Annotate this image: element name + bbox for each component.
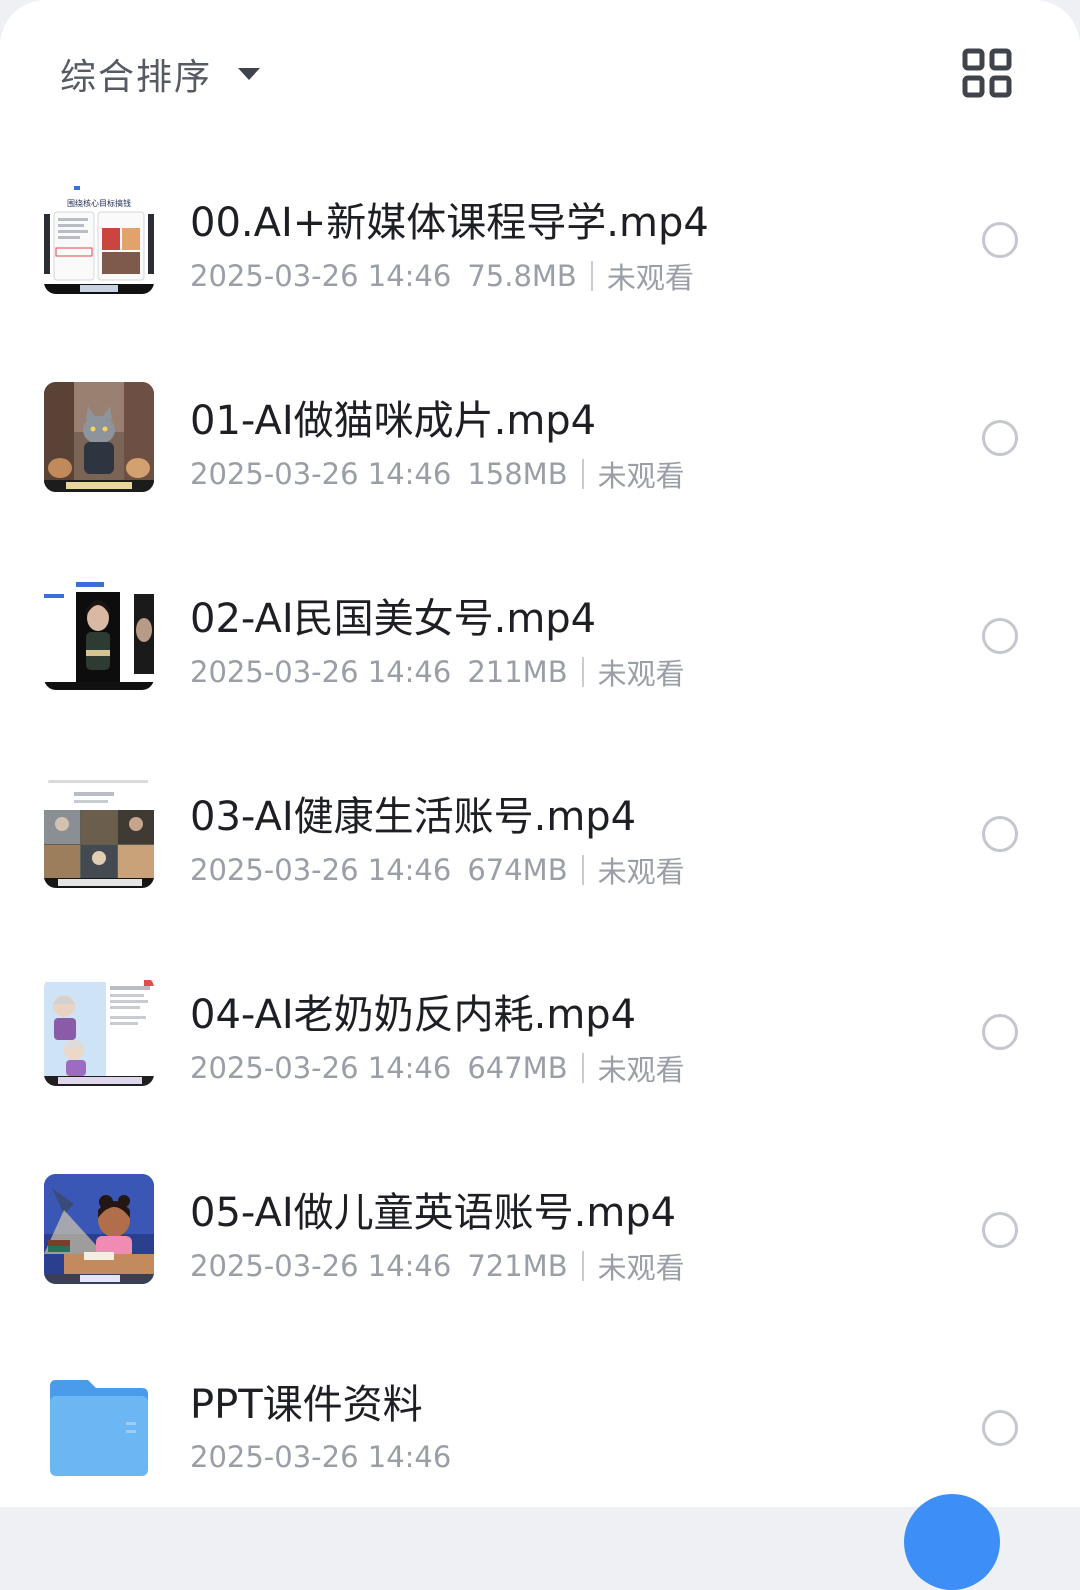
file-row[interactable]: 02-AI民国美女号.mp4 2025-03-26 14:46 211MB 未观…	[0, 536, 1080, 734]
file-meta: 2025-03-26 14:46 211MB 未观看	[190, 651, 685, 693]
watch-status: 未观看	[597, 459, 685, 493]
video-thumbnail	[44, 976, 154, 1086]
grid-view-icon[interactable]	[962, 48, 1012, 98]
sort-label: 综合排序	[60, 57, 213, 98]
watch-status: 未观看	[597, 1251, 685, 1285]
file-date: 2025-03-26 14:46	[190, 853, 452, 887]
file-row[interactable]: 01-AI做猫咪成片.mp4 2025-03-26 14:46 158MB 未观…	[0, 338, 1080, 536]
select-radio[interactable]	[982, 222, 1018, 258]
file-list: 围绕核心目标搞钱 00.AI+新媒体课程导学.mp4 2025-03-26 14…	[0, 140, 1080, 1507]
watch-status: 未观看	[597, 657, 685, 691]
file-meta: 2025-03-26 14:46 674MB 未观看	[190, 849, 685, 891]
toolbar: 综合排序	[0, 0, 1080, 140]
select-radio[interactable]	[982, 618, 1018, 654]
file-size: 211MB	[467, 655, 568, 689]
file-title: 04-AI老奶奶反内耗.mp4	[190, 992, 637, 1038]
video-thumbnail	[44, 382, 154, 492]
file-date: 2025-03-26 14:46	[190, 1051, 452, 1085]
file-date: 2025-03-26 14:46	[190, 457, 452, 491]
folder-row[interactable]: PPT课件资料 2025-03-26 14:46	[0, 1328, 1080, 1507]
file-title: 03-AI健康生活账号.mp4	[190, 794, 637, 840]
file-meta: 2025-03-26 14:46 647MB 未观看	[190, 1047, 685, 1089]
folder-date: 2025-03-26 14:46	[190, 1440, 452, 1474]
divider	[581, 459, 584, 489]
divider	[590, 261, 593, 291]
video-thumbnail: 围绕核心目标搞钱	[44, 184, 154, 294]
divider	[581, 855, 584, 885]
watch-status: 未观看	[606, 261, 694, 295]
file-size: 647MB	[467, 1051, 568, 1085]
file-row[interactable]: 04-AI老奶奶反内耗.mp4 2025-03-26 14:46 647MB 未…	[0, 932, 1080, 1130]
folder-meta: 2025-03-26 14:46	[190, 1440, 451, 1474]
file-title: 05-AI做儿童英语账号.mp4	[190, 1190, 677, 1236]
video-thumbnail	[44, 1174, 154, 1284]
divider	[581, 1251, 584, 1281]
video-thumbnail	[44, 778, 154, 888]
file-title: 01-AI做猫咪成片.mp4	[190, 398, 597, 444]
file-size: 674MB	[467, 853, 568, 887]
file-row[interactable]: 03-AI健康生活账号.mp4 2025-03-26 14:46 674MB 未…	[0, 734, 1080, 932]
floating-action-button[interactable]	[904, 1494, 1000, 1590]
select-radio[interactable]	[982, 420, 1018, 456]
file-meta: 2025-03-26 14:46 721MB 未观看	[190, 1245, 685, 1287]
video-thumbnail	[44, 580, 154, 690]
caret-down-icon	[238, 68, 261, 80]
file-list-sheet: 综合排序 围绕核心目标搞钱 00.AI+新媒体课程导学.mp4 2025-03-…	[0, 0, 1080, 1507]
file-date: 2025-03-26 14:46	[190, 655, 452, 689]
select-radio[interactable]	[982, 1014, 1018, 1050]
file-title: 00.AI+新媒体课程导学.mp4	[190, 200, 709, 246]
thumb-caption: 围绕核心目标搞钱	[67, 198, 131, 208]
file-title: 02-AI民国美女号.mp4	[190, 596, 597, 642]
file-row[interactable]: 05-AI做儿童英语账号.mp4 2025-03-26 14:46 721MB …	[0, 1130, 1080, 1328]
watch-status: 未观看	[597, 1053, 685, 1087]
file-meta: 2025-03-26 14:46 75.8MB 未观看	[190, 255, 694, 297]
select-radio[interactable]	[982, 816, 1018, 852]
divider	[581, 1053, 584, 1083]
file-date: 2025-03-26 14:46	[190, 1249, 452, 1283]
sort-dropdown[interactable]: 综合排序	[60, 44, 261, 104]
divider	[581, 657, 584, 687]
file-date: 2025-03-26 14:46	[190, 259, 452, 293]
file-size: 721MB	[467, 1249, 568, 1283]
folder-title: PPT课件资料	[190, 1382, 423, 1428]
select-radio[interactable]	[982, 1212, 1018, 1248]
file-meta: 2025-03-26 14:46 158MB 未观看	[190, 453, 685, 495]
file-size: 75.8MB	[467, 259, 577, 293]
select-radio[interactable]	[982, 1410, 1018, 1446]
folder-icon	[44, 1372, 154, 1482]
file-size: 158MB	[467, 457, 568, 491]
watch-status: 未观看	[597, 855, 685, 889]
file-row[interactable]: 围绕核心目标搞钱 00.AI+新媒体课程导学.mp4 2025-03-26 14…	[0, 140, 1080, 338]
